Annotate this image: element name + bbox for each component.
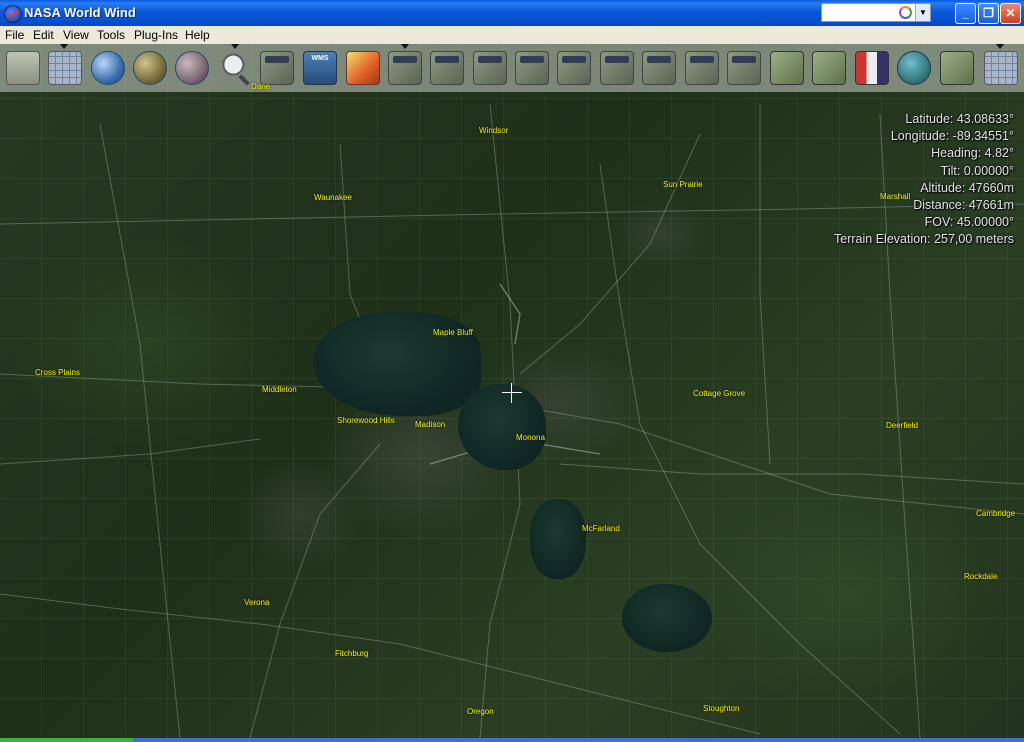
menu-help[interactable]: Help: [185, 28, 210, 42]
map-label-deerfield: Deerfield: [886, 421, 919, 430]
browser-swirl-icon: [899, 6, 912, 19]
nasa-logo-icon[interactable]: [4, 5, 22, 23]
landsat-icon[interactable]: [430, 51, 464, 85]
layer-manager-icon[interactable]: [6, 51, 40, 85]
restore-icon: ❐: [983, 6, 994, 20]
map-label-maple-bluff: Maple Bluff: [433, 328, 473, 337]
landmarks-icon[interactable]: [897, 51, 931, 85]
heading-readout: Heading: 4.82°: [931, 146, 1014, 161]
globe-icon[interactable]: [175, 51, 209, 85]
blue-marble-icon[interactable]: [91, 51, 125, 85]
menu-bar: File Edit View Tools Plug-Ins Help: [0, 26, 1024, 44]
lake-monona: [458, 384, 546, 470]
map-label-windsor: Windsor: [479, 126, 509, 135]
tilt-readout: Tilt: 0.00000°: [940, 163, 1014, 178]
map-label-sun-prairie: Sun Prairie: [663, 180, 703, 189]
menu-tools[interactable]: Tools: [97, 28, 125, 42]
menu-edit[interactable]: Edit: [33, 28, 54, 42]
menu-plug-ins[interactable]: Plug-Ins: [134, 28, 178, 42]
usgs-icon[interactable]: [812, 51, 846, 85]
landsat-icon[interactable]: [600, 51, 634, 85]
map-label-cross-plains: Cross Plains: [35, 368, 80, 377]
position-info-panel: Latitude: 43.08633° Longitude: -89.34551…: [834, 111, 1014, 249]
crosshair-vertical: [511, 383, 512, 403]
address-combo[interactable]: ▼: [821, 3, 931, 22]
lake-waubesa: [530, 499, 586, 579]
weather-icon[interactable]: [346, 51, 380, 85]
map-label-oregon: Oregon: [467, 707, 494, 716]
fov-readout: FOV: 45.00000°: [924, 215, 1014, 230]
distance-readout: Distance: 47661m: [913, 198, 1014, 213]
close-icon: ✕: [1005, 6, 1016, 20]
close-button[interactable]: ✕: [1000, 3, 1021, 24]
menu-view[interactable]: View: [63, 28, 89, 42]
globe-viewport[interactable]: Dane Windsor Sun Prairie Waunakee Marsha…: [0, 44, 1024, 738]
flags-icon[interactable]: [855, 51, 889, 85]
layer-toolbar: [0, 44, 1024, 92]
landsat-icon[interactable]: [515, 51, 549, 85]
download-progress: [0, 738, 133, 742]
globe-icon[interactable]: [133, 51, 167, 85]
compass-icon[interactable]: [984, 51, 1018, 85]
landsat-icon[interactable]: [388, 51, 422, 85]
terrain-elevation-readout: Terrain Elevation: 257,00 meters: [834, 232, 1014, 247]
minimize-button[interactable]: _: [955, 3, 976, 24]
map-label-monona: Monona: [516, 433, 545, 442]
restore-button[interactable]: ❐: [978, 3, 999, 24]
map-label-rockdale: Rockdale: [964, 572, 998, 581]
map-label-mcfarland: McFarland: [582, 524, 620, 533]
latitude-readout: Latitude: 43.08633°: [905, 112, 1014, 126]
map-label-fitchburg: Fitchburg: [335, 649, 369, 658]
dropdown-arrow-icon[interactable]: [996, 44, 1004, 49]
window-title: NASA World Wind: [24, 5, 136, 20]
places-icon[interactable]: [940, 51, 974, 85]
map-label-middleton: Middleton: [262, 385, 297, 394]
map-label-cambridge: Cambridge: [976, 509, 1016, 518]
lake-kegonsa: [622, 584, 712, 652]
lat-long-grid-icon[interactable]: [48, 51, 82, 85]
menu-file[interactable]: File: [5, 28, 24, 42]
animated-earth-icon[interactable]: [260, 51, 294, 85]
usgs-icon[interactable]: [770, 51, 804, 85]
map-label-shorewood-hills: Shorewood Hills: [337, 416, 395, 425]
combo-dropdown-arrow[interactable]: ▼: [915, 4, 930, 21]
landsat-icon[interactable]: [473, 51, 507, 85]
status-bar: [0, 738, 1024, 742]
dropdown-arrow-icon[interactable]: [401, 44, 409, 49]
longitude-readout: Longitude: -89.34551°: [890, 129, 1014, 144]
title-bar: NASA World Wind ▼ _ ❐ ✕: [0, 0, 1024, 26]
dropdown-arrow-icon[interactable]: [231, 44, 239, 49]
altitude-readout: Altitude: 47660m: [920, 180, 1014, 195]
map-label-stoughton: Stoughton: [703, 704, 740, 713]
map-label-dane: Dane: [251, 82, 271, 91]
crosshair-horizontal: [502, 392, 522, 393]
map-label-madison: Madison: [415, 420, 446, 429]
minimize-icon: _: [962, 6, 969, 20]
map-label-waunakee: Waunakee: [314, 193, 352, 202]
landsat-icon[interactable]: [727, 51, 761, 85]
landsat-icon[interactable]: [642, 51, 676, 85]
search-icon[interactable]: [218, 51, 252, 85]
landsat-icon[interactable]: [685, 51, 719, 85]
dropdown-arrow-icon[interactable]: [60, 44, 68, 49]
landsat-icon[interactable]: [557, 51, 591, 85]
wms-icon[interactable]: [303, 51, 337, 85]
map-label-cottage-grove: Cottage Grove: [693, 389, 746, 398]
map-label-verona: Verona: [244, 598, 270, 607]
